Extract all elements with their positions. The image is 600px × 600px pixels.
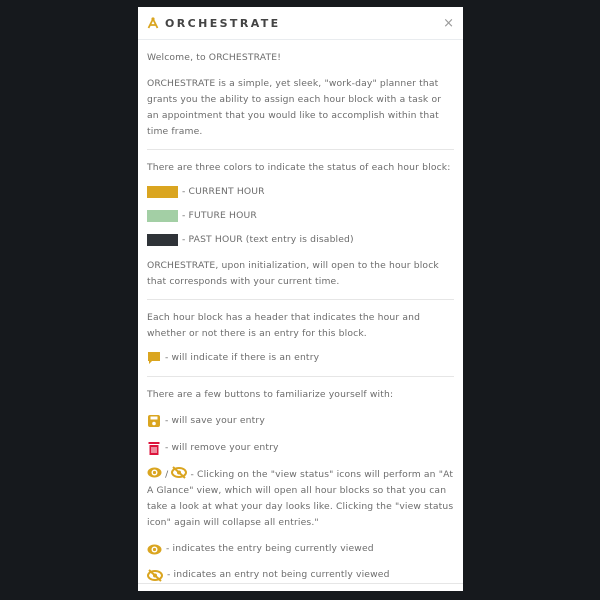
not-viewed-text: - indicates an entry not being currently…: [167, 569, 390, 580]
eye-slash-icon: [147, 568, 163, 582]
divider: [147, 299, 454, 300]
remove-text: - will remove your entry: [165, 442, 279, 453]
buttons-intro: There are a few buttons to familiarize y…: [147, 389, 394, 400]
viewed-text: - indicates the entry being currently vi…: [166, 543, 374, 554]
legend-future: - FUTURE HOUR: [147, 208, 454, 224]
close-button[interactable]: ×: [443, 16, 454, 31]
help-modal: ORCHESTRATE × Welcome, to ORCHESTRATE! O…: [138, 7, 463, 591]
viewed-row: - indicates the entry being currently vi…: [147, 541, 454, 557]
eye-slash-icon: [171, 466, 188, 479]
colors-intro: There are three colors to indicate the s…: [147, 162, 451, 173]
compass-drafting-icon: [147, 17, 159, 29]
modal-footer: [138, 583, 463, 584]
view-text: - Clicking on the "view status" icons wi…: [147, 469, 454, 528]
legend-current: - CURRENT HOUR: [147, 184, 454, 200]
legend-label: - FUTURE HOUR: [182, 210, 257, 221]
past-hour-swatch: [147, 234, 178, 246]
remove-row: - will remove your entry: [147, 440, 454, 456]
header-text: Each hour block has a header that indica…: [147, 312, 421, 339]
modal-title: ORCHESTRATE: [165, 16, 281, 30]
trash-icon: [148, 442, 160, 455]
eye-icon: [147, 467, 162, 478]
view-status-text: / - Clicking on the "view status" icons …: [147, 466, 454, 531]
comment-row: - will indicate if there is an entry: [147, 350, 454, 366]
future-hour-swatch: [147, 210, 178, 222]
legend-label: - PAST HOUR (text entry is disabled): [182, 234, 354, 245]
legend-label: - CURRENT HOUR: [182, 186, 265, 197]
welcome-text: Welcome, to ORCHESTRATE!: [147, 52, 282, 63]
comment-icon: [148, 352, 160, 364]
legend-past: - PAST HOUR (text entry is disabled): [147, 232, 454, 248]
separator: /: [165, 469, 169, 480]
divider: [147, 149, 454, 150]
init-text: ORCHESTRATE, upon initialization, will o…: [147, 260, 439, 287]
current-hour-swatch: [147, 186, 178, 198]
not-viewed-row: - indicates an entry not being currently…: [147, 567, 454, 583]
save-icon: [148, 415, 160, 427]
comment-text: - will indicate if there is an entry: [165, 352, 320, 363]
save-row: - will save your entry: [147, 413, 454, 429]
intro-text: ORCHESTRATE is a simple, yet sleek, "wor…: [147, 78, 442, 137]
eye-icon: [147, 544, 162, 554]
divider: [147, 376, 454, 377]
save-text: - will save your entry: [165, 415, 265, 426]
modal-header: ORCHESTRATE ×: [138, 7, 463, 40]
